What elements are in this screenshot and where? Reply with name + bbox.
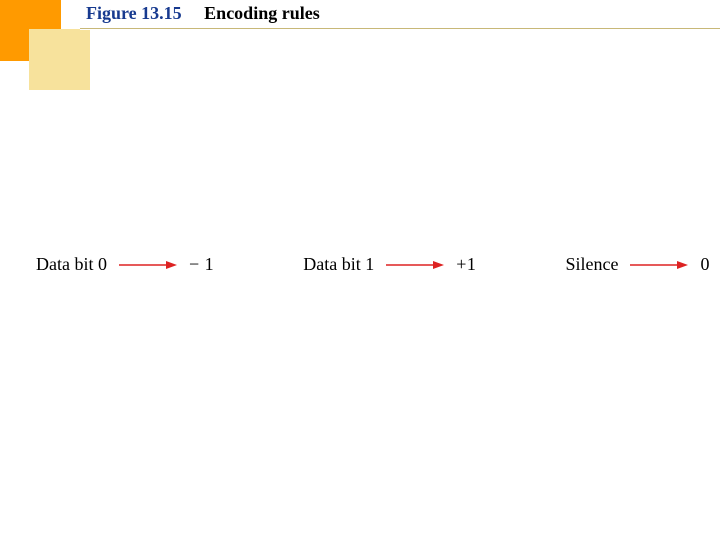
rule-label: Data bit 0 <box>36 254 107 275</box>
slide: Figure 13.15 Encoding rules Data bit 0 −… <box>0 0 720 540</box>
rule-label: Data bit 1 <box>303 254 374 275</box>
heading-underline <box>80 28 720 30</box>
figure-title: Encoding rules <box>204 3 320 23</box>
rule-item: Data bit 0 − 1 <box>36 254 214 275</box>
figure-label: Figure 13.15 <box>86 3 182 23</box>
arrow-icon <box>630 260 688 270</box>
encoding-rules-row: Data bit 0 − 1 Data bit 1 +1 Silence <box>36 254 710 275</box>
rule-value: +1 <box>456 254 476 275</box>
rule-label: Silence <box>566 254 619 275</box>
figure-heading: Figure 13.15 Encoding rules <box>86 3 320 24</box>
rule-item: Data bit 1 +1 <box>303 254 476 275</box>
rule-value: 0 <box>700 254 710 275</box>
corner-square-tan <box>29 29 90 90</box>
rule-item: Silence 0 <box>566 254 710 275</box>
arrow-icon <box>119 260 177 270</box>
rule-value: − 1 <box>189 254 214 275</box>
arrow-icon <box>386 260 444 270</box>
